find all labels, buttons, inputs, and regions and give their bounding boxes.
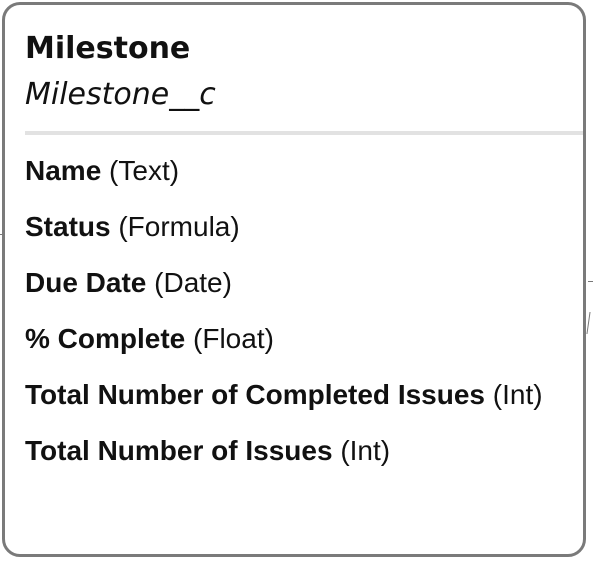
field-type: (Float) (193, 323, 274, 354)
field-name: Total Number of Issues (25, 435, 333, 466)
field-type: (Int) (492, 379, 543, 410)
entity-header: Milestone Milestone__c (25, 29, 583, 117)
field-row-status: Status (Formula) (25, 207, 570, 247)
field-name: Total Number of Completed Issues (25, 379, 485, 410)
entity-api-name: Milestone__c (25, 77, 216, 112)
field-type: (Int) (340, 435, 391, 466)
field-row-percent-complete: % Complete (Float) (25, 319, 570, 359)
connector-line-right (588, 281, 593, 282)
field-name: % Complete (25, 323, 186, 354)
field-row-due-date: Due Date (Date) (25, 263, 570, 303)
header-divider (25, 131, 583, 135)
diagram-canvas: Milestone Milestone__c Name (Text) Statu… (0, 0, 593, 562)
field-row-total-completed-issues: Total Number of Completed Issues (Int) (25, 375, 570, 415)
field-list: Name (Text) Status (Formula) Due Date (D… (25, 151, 570, 487)
entity-card-milestone[interactable]: Milestone Milestone__c Name (Text) Statu… (2, 2, 586, 557)
field-name: Status (25, 211, 111, 242)
field-name: Due Date (25, 267, 147, 298)
field-type: (Formula) (118, 211, 240, 242)
entity-label: Milestone (25, 31, 191, 66)
field-type: (Text) (109, 155, 180, 186)
field-name: Name (25, 155, 102, 186)
field-row-total-issues: Total Number of Issues (Int) (25, 431, 570, 471)
field-type: (Date) (154, 267, 232, 298)
field-row-name: Name (Text) (25, 151, 570, 191)
connector-line-right-mark (586, 312, 591, 334)
